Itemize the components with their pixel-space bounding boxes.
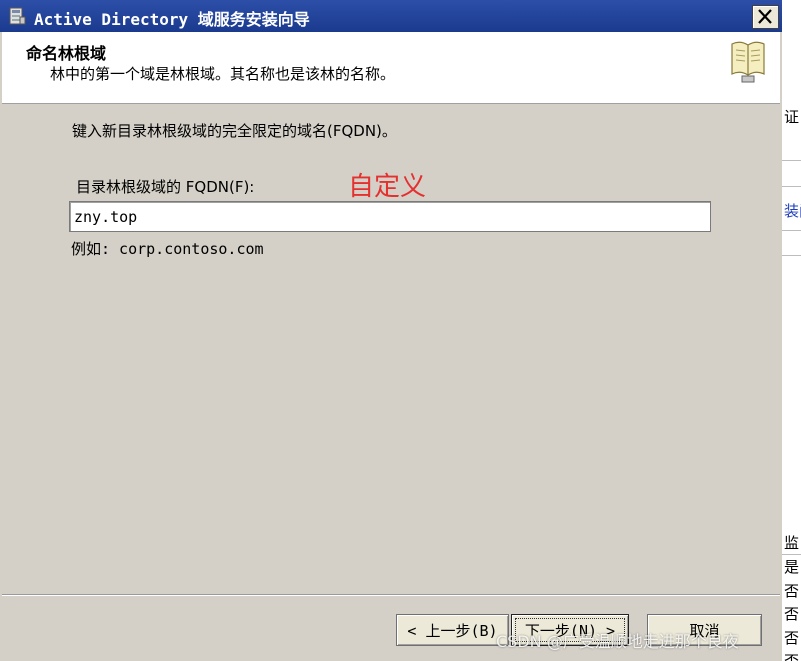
window-title: Active Directory 域服务安装向导: [34, 10, 310, 29]
background-text-fragment: 证: [784, 108, 800, 126]
background-cell: 否: [784, 582, 800, 600]
button-divider: [2, 594, 780, 596]
close-icon: [758, 9, 772, 24]
background-link-fragment: 装问: [784, 202, 801, 220]
wizard-dialog: Active Directory 域服务安装向导 命名林根域 林中的第一个域是林…: [0, 0, 782, 661]
instruction-text: 键入新目录林根级域的完全限定的域名(FQDN)。: [72, 122, 397, 140]
back-button[interactable]: < 上一步(B): [396, 614, 509, 646]
background-cell: 否: [784, 605, 800, 623]
background-window-right-edge: 证 装问 监 是 否 否 否 否: [781, 0, 801, 661]
page-subtitle: 林中的第一个域是林根域。其名称也是该林的名称。: [50, 65, 396, 83]
close-button[interactable]: [752, 5, 779, 29]
title-bar[interactable]: Active Directory 域服务安装向导: [0, 0, 782, 32]
watermark: CSDN @广受温顺地走进那个良夜: [496, 632, 739, 651]
background-cell: 否: [784, 629, 800, 647]
fqdn-label: 目录林根级域的 FQDN(F):: [76, 178, 255, 196]
wizard-content: 键入新目录林根级域的完全限定的域名(FQDN)。 目录林根级域的 FQDN(F)…: [0, 104, 782, 594]
background-cell: 是: [784, 558, 800, 576]
fqdn-input[interactable]: [69, 201, 711, 232]
example-text: 例如: corp.contoso.com: [71, 240, 264, 258]
server-app-icon: [7, 6, 27, 26]
background-cell: 否: [784, 652, 800, 661]
book-icon: [728, 38, 768, 86]
custom-annotation: 自定义: [348, 172, 427, 202]
wizard-header: 命名林根域 林中的第一个域是林根域。其名称也是该林的名称。: [2, 32, 780, 104]
background-column-header: 监: [784, 534, 800, 552]
page-title: 命名林根域: [26, 44, 107, 63]
